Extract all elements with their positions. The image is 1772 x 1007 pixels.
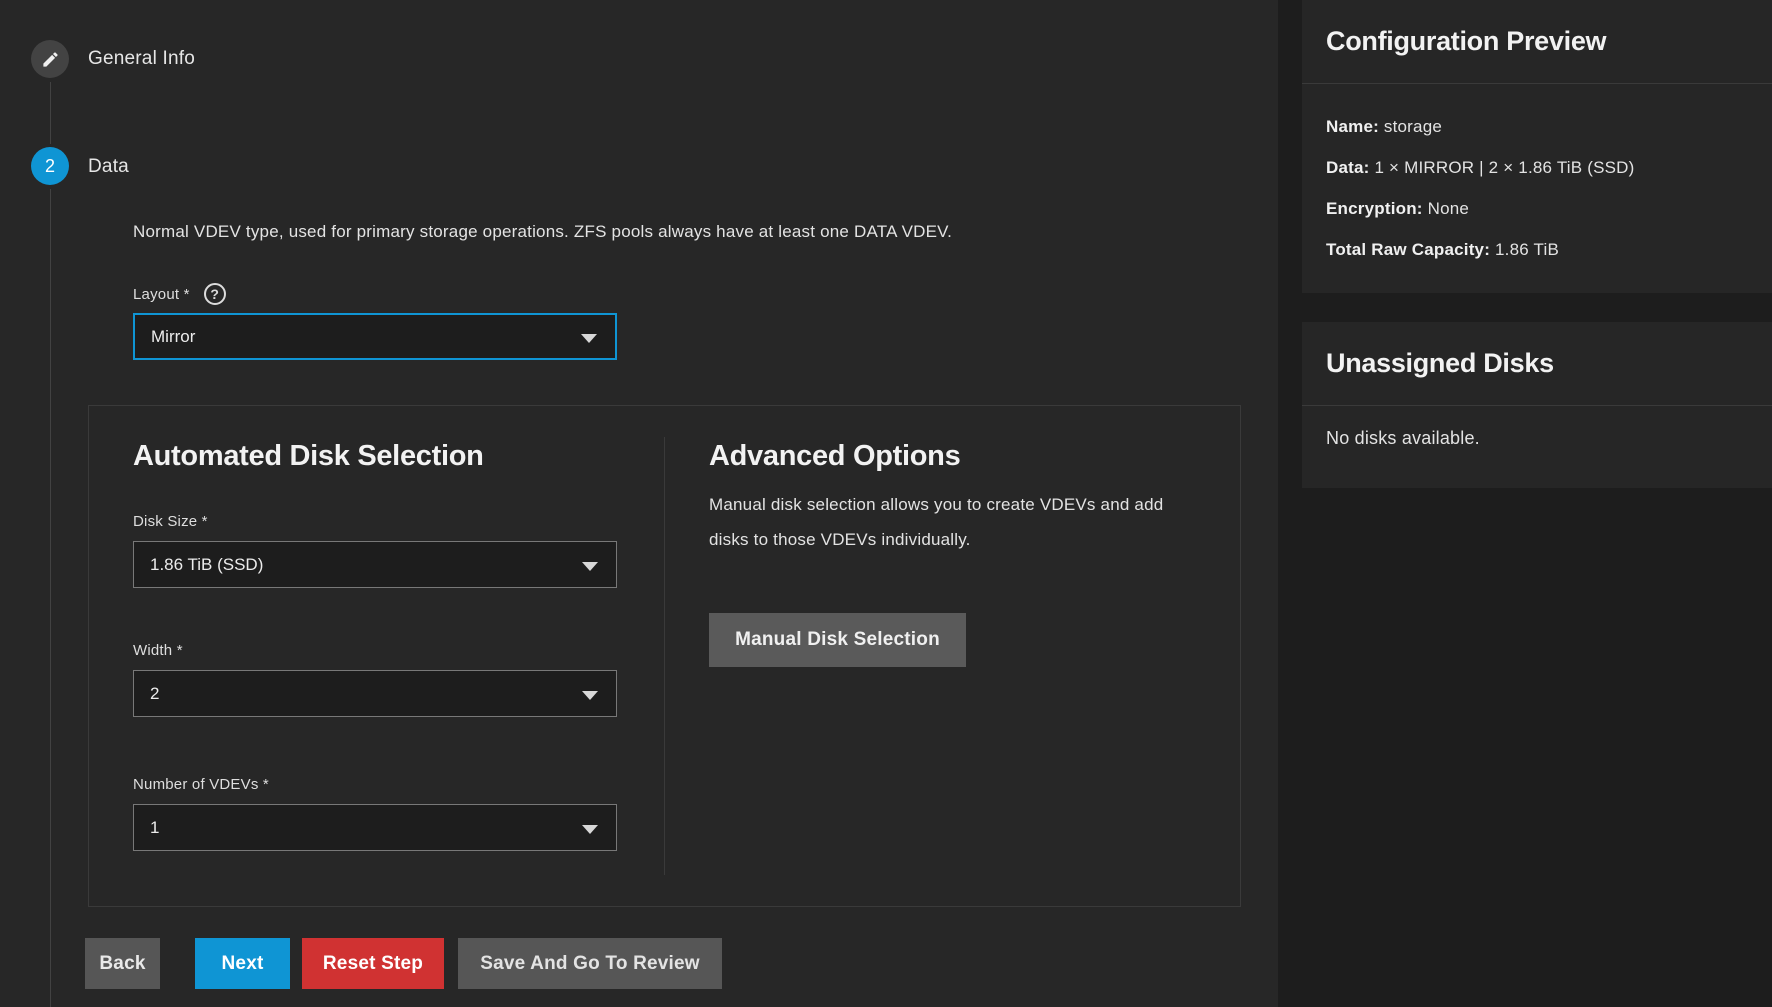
- number-of-vdevs-select[interactable]: 1: [133, 804, 617, 851]
- step-general-info-circle[interactable]: [31, 40, 69, 78]
- summary-sidebar: Configuration Preview Name: storage Data…: [1278, 0, 1772, 1007]
- pool-wizard-main: General Info 2 Data Normal VDEV type, us…: [0, 0, 1278, 1007]
- save-and-go-to-review-button[interactable]: Save And Go To Review: [458, 938, 722, 989]
- chevron-down-icon: [582, 825, 598, 834]
- unassigned-disks-title: Unassigned Disks: [1302, 322, 1772, 406]
- configuration-preview-title: Configuration Preview: [1302, 0, 1772, 84]
- width-label: Width *: [133, 642, 183, 659]
- configuration-preview-panel: Configuration Preview Name: storage Data…: [1302, 0, 1772, 293]
- config-encryption-value: None: [1428, 199, 1469, 218]
- config-data-row: Data: 1 × MIRROR | 2 × 1.86 TiB (SSD): [1326, 147, 1748, 188]
- edit-pencil-icon: [41, 50, 60, 69]
- config-data-value: 1 × MIRROR | 2 × 1.86 TiB (SSD): [1374, 158, 1634, 177]
- chevron-down-icon: [582, 562, 598, 571]
- disk-size-select[interactable]: 1.86 TiB (SSD): [133, 541, 617, 588]
- next-button[interactable]: Next: [195, 938, 290, 989]
- config-encryption-row: Encryption: None: [1326, 188, 1748, 229]
- stepper-connector-line: [50, 82, 51, 144]
- unassigned-disks-panel: Unassigned Disks No disks available.: [1302, 322, 1772, 488]
- chevron-down-icon: [581, 334, 597, 343]
- step-data-label[interactable]: Data: [88, 156, 129, 178]
- step-data-number: 2: [45, 156, 55, 177]
- column-divider: [664, 437, 665, 875]
- config-name-key: Name:: [1326, 117, 1379, 136]
- config-name-value: storage: [1384, 117, 1442, 136]
- disk-size-select-value: 1.86 TiB (SSD): [150, 555, 263, 575]
- manual-disk-selection-button[interactable]: Manual Disk Selection: [709, 613, 966, 667]
- number-of-vdevs-select-value: 1: [150, 818, 159, 838]
- config-capacity-value: 1.86 TiB: [1495, 240, 1559, 259]
- layout-select[interactable]: Mirror: [133, 313, 617, 360]
- step-actions: Back Next Reset Step Save And Go To Revi…: [85, 938, 722, 989]
- automated-disk-selection-title: Automated Disk Selection: [133, 440, 484, 473]
- config-data-key: Data:: [1326, 158, 1370, 177]
- step-general-info-label[interactable]: General Info: [88, 48, 195, 70]
- stepper-connector-line: [50, 189, 51, 1007]
- disk-size-label: Disk Size *: [133, 513, 208, 530]
- help-icon[interactable]: ?: [204, 283, 226, 305]
- reset-step-button[interactable]: Reset Step: [302, 938, 444, 989]
- step-data-circle[interactable]: 2: [31, 147, 69, 185]
- data-vdev-description: Normal VDEV type, used for primary stora…: [133, 222, 952, 242]
- number-of-vdevs-label: Number of VDEVs *: [133, 776, 269, 793]
- advanced-options-description: Manual disk selection allows you to crea…: [709, 487, 1195, 557]
- config-encryption-key: Encryption:: [1326, 199, 1423, 218]
- config-name-row: Name: storage: [1326, 106, 1748, 147]
- width-select[interactable]: 2: [133, 670, 617, 717]
- no-disks-message: No disks available.: [1326, 428, 1748, 449]
- config-capacity-key: Total Raw Capacity:: [1326, 240, 1490, 259]
- back-button[interactable]: Back: [85, 938, 160, 989]
- layout-select-value: Mirror: [151, 327, 195, 347]
- layout-label: Layout *: [133, 286, 190, 303]
- advanced-options-title: Advanced Options: [709, 440, 960, 473]
- config-capacity-row: Total Raw Capacity: 1.86 TiB: [1326, 229, 1748, 270]
- chevron-down-icon: [582, 691, 598, 700]
- width-select-value: 2: [150, 684, 159, 704]
